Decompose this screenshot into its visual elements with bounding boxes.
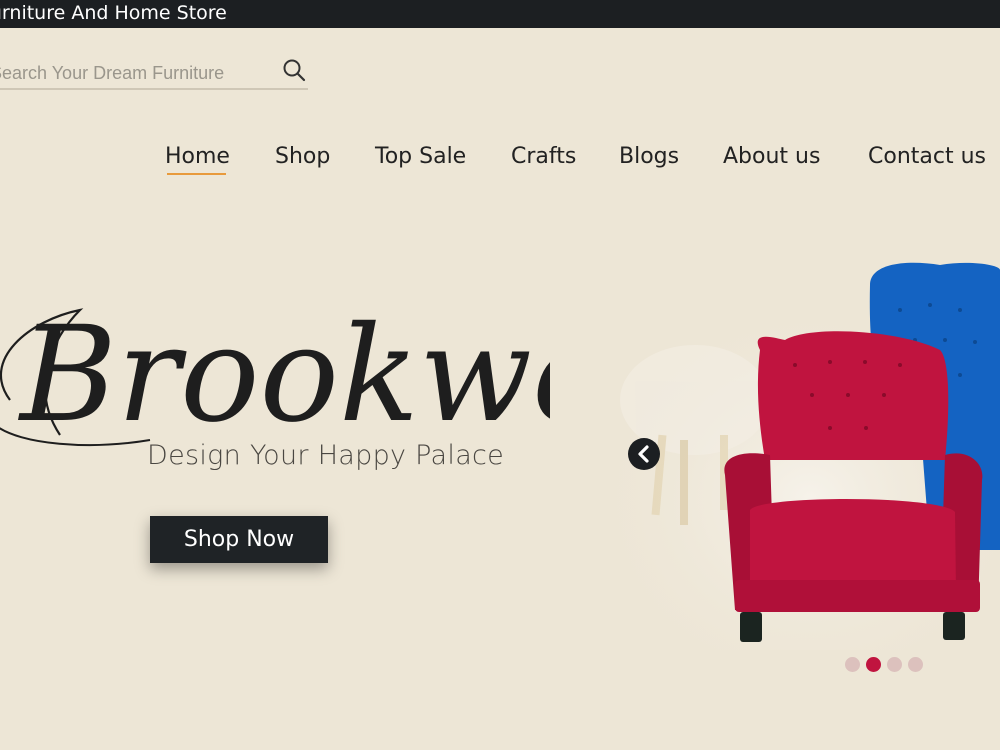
main-nav: Home Shop Top Sale Crafts Blogs About us… (0, 144, 1000, 178)
nav-top-sale[interactable]: Top Sale (375, 144, 466, 169)
nav-crafts[interactable]: Crafts (511, 144, 576, 169)
search-bar (0, 56, 308, 90)
carousel-dot-4[interactable] (908, 657, 923, 672)
carousel-dots (845, 657, 925, 673)
carousel-dot-2[interactable] (866, 657, 881, 672)
hero-tagline: Design Your Happy Palace (147, 440, 505, 471)
chevron-left-icon (638, 445, 649, 463)
nav-contact-us[interactable]: Contact us (868, 144, 986, 169)
brand-name: Brookwood (18, 298, 550, 452)
brand-title: Brookwood (0, 298, 550, 452)
shop-now-button[interactable]: Shop Now (150, 516, 328, 563)
nav-home[interactable]: Home (165, 144, 230, 175)
nav-shop[interactable]: Shop (275, 144, 330, 169)
search-icon[interactable] (282, 58, 308, 84)
carousel-dot-1[interactable] (845, 657, 860, 672)
armchair-image (600, 262, 1000, 650)
search-input[interactable] (0, 60, 270, 86)
store-name: Furniture And Home Store (0, 2, 227, 24)
top-bar: Furniture And Home Store (0, 0, 1000, 28)
nav-about-us[interactable]: About us (723, 144, 820, 169)
carousel-prev-button[interactable] (628, 438, 660, 470)
carousel-dot-3[interactable] (887, 657, 902, 672)
nav-blogs[interactable]: Blogs (619, 144, 679, 169)
